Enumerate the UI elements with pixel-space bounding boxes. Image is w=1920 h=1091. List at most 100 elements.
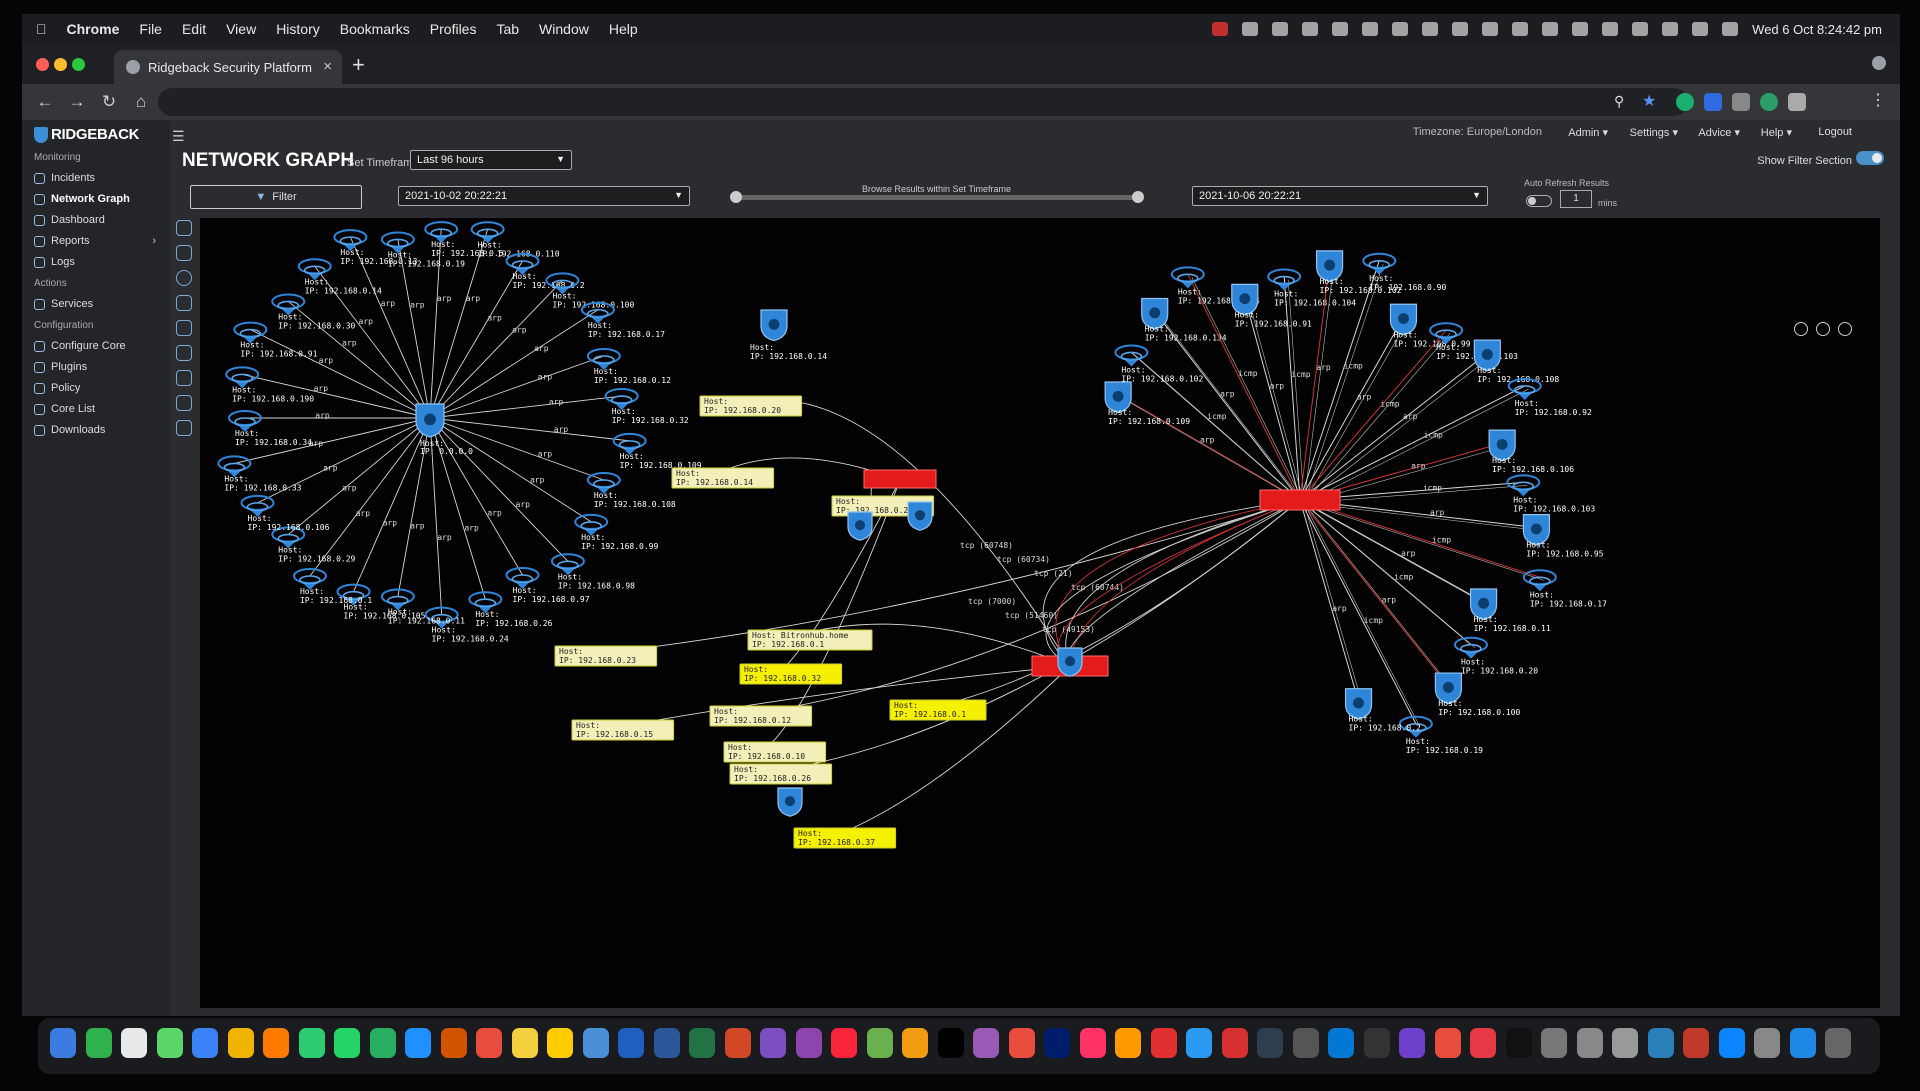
creative-cloud-icon[interactable] bbox=[1212, 22, 1229, 36]
admin-menu[interactable]: Admin ▾ bbox=[1568, 126, 1608, 139]
excel-icon[interactable] bbox=[689, 1028, 715, 1058]
timeframe-select[interactable]: Last 96 hours ▼ bbox=[410, 150, 572, 170]
bookmark-star-icon[interactable]: ★ bbox=[1642, 91, 1656, 111]
zoom-in-icon[interactable] bbox=[1816, 322, 1830, 336]
extension-icon[interactable] bbox=[1732, 93, 1750, 111]
label-box-host[interactable]: Host: bbox=[676, 469, 700, 478]
new-tab-button[interactable]: + bbox=[352, 52, 365, 78]
headphones-icon[interactable] bbox=[1452, 22, 1469, 36]
dropbox-icon[interactable] bbox=[1242, 22, 1259, 36]
label-box-ip[interactable]: IP: 192.168.0.15 bbox=[576, 730, 653, 739]
start-date-select[interactable]: 2021-10-02 20:22:21 ▼ bbox=[398, 186, 690, 206]
facetime-icon[interactable] bbox=[298, 1028, 325, 1058]
puzzle-icon[interactable] bbox=[1788, 93, 1806, 111]
label-box-host[interactable]: Host: bbox=[704, 397, 728, 406]
pin-tool-icon[interactable] bbox=[176, 245, 192, 261]
menu-view[interactable]: View bbox=[226, 21, 256, 37]
menu-profiles[interactable]: Profiles bbox=[430, 21, 477, 37]
messages-icon[interactable] bbox=[85, 1028, 112, 1058]
home-icon[interactable]: ⌂ bbox=[132, 92, 150, 112]
menu-tab[interactable]: Tab bbox=[496, 21, 519, 37]
label-box-host[interactable]: Host: bbox=[559, 647, 583, 656]
show-filter-toggle[interactable] bbox=[1856, 151, 1884, 165]
network-icon[interactable] bbox=[1647, 1028, 1674, 1058]
label-box-host[interactable]: Host: bbox=[744, 665, 768, 674]
news-icon[interactable] bbox=[1008, 1028, 1035, 1058]
label-box-ip[interactable]: IP: 192.168.0.23 bbox=[559, 656, 636, 665]
eye-icon[interactable] bbox=[176, 395, 192, 411]
network-graph-canvas[interactable]: arp Host: IP: 192.168.0.19 arp Host: IP: 192.… bbox=[200, 218, 1880, 1008]
sidebar-item-configure-core[interactable]: Configure Core bbox=[34, 340, 164, 352]
close-window-button[interactable] bbox=[36, 58, 49, 71]
firefox-icon[interactable] bbox=[263, 1028, 289, 1058]
label-box-host[interactable]: Host: bbox=[576, 721, 600, 730]
finder-icon[interactable] bbox=[50, 1028, 76, 1058]
vscode-icon[interactable] bbox=[1328, 1028, 1354, 1058]
help-menu[interactable]: Help ▾ bbox=[1761, 126, 1792, 139]
info-icon[interactable] bbox=[176, 270, 192, 286]
calendar-ext-icon[interactable] bbox=[1704, 93, 1722, 111]
logout-link[interactable]: Logout bbox=[1818, 126, 1852, 138]
menu-edit[interactable]: Edit bbox=[182, 21, 206, 37]
ridgeback-logo[interactable]: RIDGEBACK bbox=[34, 126, 139, 143]
chrome-icon[interactable] bbox=[227, 1028, 254, 1058]
printer-icon[interactable] bbox=[1754, 1028, 1780, 1058]
screenshot-icon[interactable] bbox=[1541, 1028, 1567, 1058]
alert-hub-node[interactable] bbox=[863, 469, 937, 489]
sidebar-item-reports[interactable]: Reports › bbox=[34, 235, 164, 247]
notes-yellow-icon[interactable] bbox=[511, 1028, 538, 1058]
terminal-icon[interactable] bbox=[1505, 1028, 1532, 1058]
kebab-menu-icon[interactable]: ⋮ bbox=[1870, 90, 1886, 110]
label-box-ip[interactable]: IP: 192.168.0.32 bbox=[744, 674, 821, 683]
hide-icon[interactable] bbox=[176, 370, 192, 386]
label-box-ip[interactable]: IP: 192.168.0.20 bbox=[704, 406, 781, 415]
sidebar-item-core-list[interactable]: Core List bbox=[34, 403, 164, 415]
cloud-icon[interactable] bbox=[1362, 22, 1379, 36]
select-tool-icon[interactable] bbox=[176, 220, 192, 236]
time-machine-icon[interactable] bbox=[1632, 22, 1649, 36]
reload-icon[interactable]: ↻ bbox=[100, 92, 118, 112]
refresh-interval-input[interactable]: 1 bbox=[1560, 190, 1592, 208]
label-box-host[interactable]: Host: bbox=[714, 707, 738, 716]
address-bar[interactable] bbox=[158, 88, 1688, 116]
sidebar-item-incidents[interactable]: Incidents bbox=[34, 172, 164, 184]
sidebar-item-network-graph[interactable]: Network Graph bbox=[34, 193, 164, 205]
app-icon[interactable] bbox=[1186, 1028, 1212, 1058]
sidebar-item-downloads[interactable]: Downloads bbox=[34, 424, 164, 436]
teams-icon[interactable] bbox=[760, 1028, 786, 1058]
cloud-icon[interactable] bbox=[1302, 22, 1319, 36]
settings-menu[interactable]: Settings ▾ bbox=[1630, 126, 1678, 139]
label-box-ip[interactable]: IP: 192.168.0.14 bbox=[676, 478, 753, 487]
graph-svg[interactable]: arpHost:IP: 192.168.0.19arpHost:IP: 192.… bbox=[200, 218, 1880, 1008]
filter-button[interactable]: ▼ Filter bbox=[190, 185, 362, 209]
label-box-ip[interactable]: IP: 192.168.0.12 bbox=[714, 716, 791, 725]
label-box-ip[interactable]: IP: 192.168.0.1 bbox=[894, 710, 966, 719]
acrobat-icon[interactable] bbox=[1150, 1028, 1177, 1058]
moon-icon[interactable] bbox=[1512, 22, 1529, 36]
sidebar-item-plugins[interactable]: Plugins bbox=[34, 361, 164, 373]
zoom-out-icon[interactable] bbox=[1794, 322, 1808, 336]
menu-history[interactable]: History bbox=[276, 21, 320, 37]
browser-tab[interactable]: Ridgeback Security Platform × bbox=[114, 50, 342, 84]
outlook-icon[interactable] bbox=[618, 1028, 644, 1058]
clock[interactable]: Wed 6 Oct 8:24:42 pm bbox=[1752, 22, 1882, 37]
battery-icon[interactable] bbox=[1602, 22, 1619, 36]
label-box-host[interactable]: Host: bbox=[894, 701, 918, 710]
label-box-host[interactable]: Host: bbox=[836, 497, 860, 506]
label-box-ip[interactable]: IP: 192.168.0.37 bbox=[798, 838, 875, 847]
database-icon[interactable] bbox=[1292, 1028, 1319, 1058]
label-box-host[interactable]: Host: Bitronhub.home bbox=[752, 631, 849, 640]
app-icon[interactable] bbox=[1221, 1028, 1248, 1058]
skype-icon[interactable] bbox=[405, 1028, 431, 1058]
flag-icon[interactable] bbox=[1392, 22, 1409, 36]
safari-icon[interactable] bbox=[192, 1028, 218, 1058]
label-box-ip[interactable]: IP: 192.168.0.26 bbox=[734, 774, 811, 783]
launchpad-icon[interactable] bbox=[156, 1028, 183, 1058]
music-icon[interactable] bbox=[831, 1028, 857, 1058]
illustrator-icon[interactable] bbox=[1115, 1028, 1141, 1058]
appletv-icon[interactable] bbox=[937, 1028, 964, 1058]
app-icon[interactable] bbox=[1434, 1028, 1461, 1058]
menu-help[interactable]: Help bbox=[609, 21, 638, 37]
onenote-icon[interactable] bbox=[795, 1028, 822, 1058]
phone-icon[interactable] bbox=[369, 1028, 396, 1058]
